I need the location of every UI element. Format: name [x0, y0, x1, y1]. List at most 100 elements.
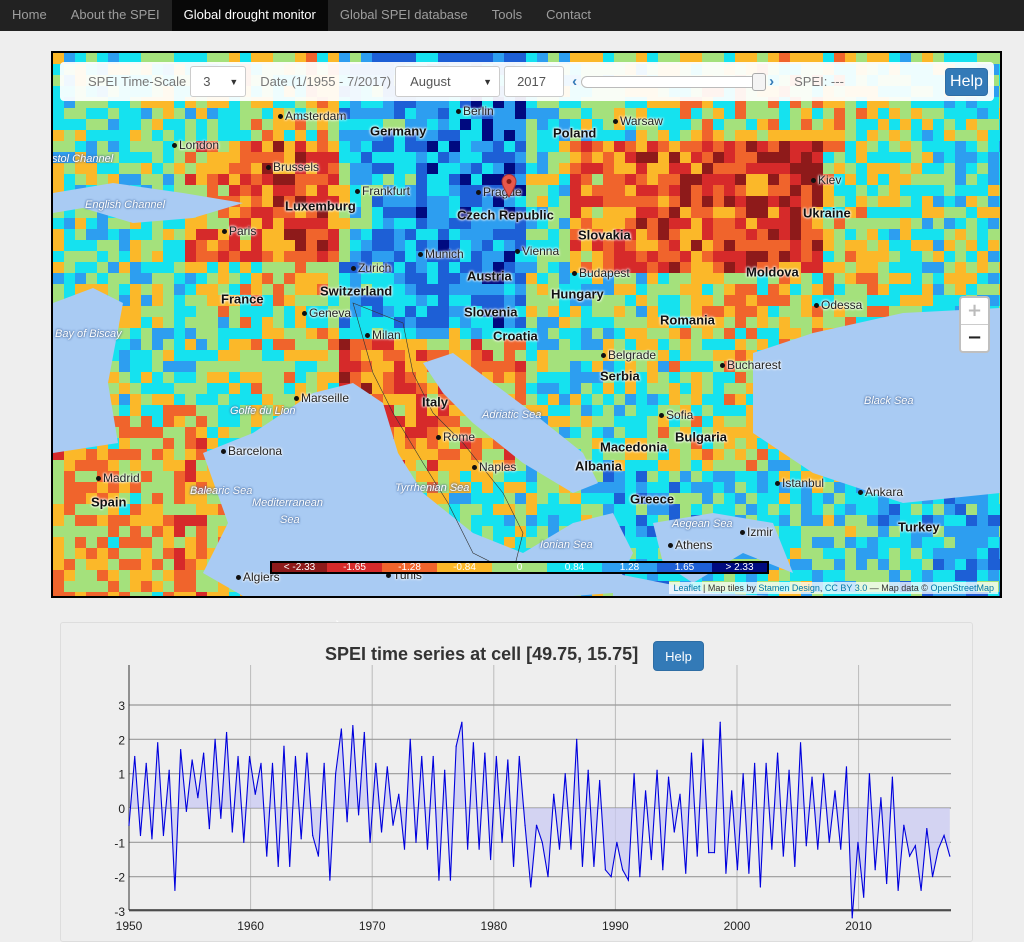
map-label-city: Geneva [302, 306, 351, 320]
data-point [472, 742, 474, 744]
data-point [329, 879, 331, 881]
map-label-text: Tyrrhenian Sea [395, 482, 470, 494]
nav-tools[interactable]: Tools [480, 0, 534, 31]
data-point [817, 848, 819, 850]
data-point [874, 869, 876, 871]
city-dot-icon [668, 543, 673, 549]
data-point [277, 865, 279, 867]
year-input[interactable]: 2017 [504, 66, 565, 97]
data-point [627, 879, 629, 881]
data-point [139, 834, 142, 837]
city-dot-icon [266, 165, 271, 171]
city-dot-icon [811, 178, 816, 184]
data-point [490, 858, 492, 861]
y-tick-label: 0 [118, 802, 125, 816]
data-point [782, 855, 784, 857]
data-point [558, 848, 561, 850]
x-tick-label: 2000 [724, 919, 751, 933]
map-label-city: London [172, 138, 219, 152]
map-label-text: Rome [443, 430, 476, 444]
city-dot-icon [814, 303, 819, 309]
map-label-text: Italy [422, 394, 449, 410]
nav-contact[interactable]: Contact [534, 0, 603, 31]
nav-home[interactable]: Home [0, 0, 59, 31]
data-point [943, 834, 945, 837]
nav-global-spei-database[interactable]: Global SPEI database [328, 0, 480, 31]
map-label-text: Croatia [493, 328, 538, 344]
map-label-text: Adriatic Sea [482, 409, 542, 421]
data-point [162, 834, 165, 837]
data-point [484, 752, 486, 754]
slider-handle[interactable] [752, 72, 767, 91]
y-tick-label: -2 [114, 871, 125, 885]
cc-link[interactable]: CC BY 3.0 [825, 583, 867, 593]
nav-global-drought-monitor[interactable]: Global drought monitor [171, 0, 328, 31]
city-dot-icon [515, 249, 520, 255]
city-dot-icon [472, 465, 477, 471]
data-point [438, 879, 440, 881]
data-point [759, 886, 761, 888]
city-dot-icon [659, 413, 664, 419]
data-point [317, 855, 320, 857]
map-label-country: Bulgaria [675, 430, 727, 445]
map-label-text: Luxemburg [285, 198, 356, 214]
map-label-text: London [179, 138, 220, 152]
date-slider[interactable] [581, 72, 767, 91]
map-label-sea: English Channel [85, 199, 165, 211]
map-label-country: Switzerland [320, 284, 392, 299]
data-point [357, 814, 360, 816]
osm-link[interactable]: OpenStreetMap [930, 583, 994, 593]
city-dot-icon [355, 189, 360, 195]
map-label-city: Amsterdam [278, 109, 346, 123]
drought-map[interactable]: Berlin Amsterdam Warsaw Germany Poland London… [51, 51, 1002, 598]
chevron-right-icon[interactable]: › [769, 73, 774, 90]
map-label-country: Croatia [493, 329, 538, 344]
data-point [656, 769, 658, 771]
map-label-sea: Tyrrhenian Sea [395, 482, 469, 494]
data-point [369, 841, 371, 843]
data-point [363, 731, 365, 734]
data-point [662, 869, 664, 871]
map-label-city: Budapest [572, 266, 630, 280]
map-label-text: English Channel [85, 199, 166, 211]
timescale-label: SPEI Time-Scale [88, 74, 187, 89]
map-label-city: Vienna [515, 244, 559, 258]
nav-about-spei[interactable]: About the SPEI [59, 0, 172, 31]
city-dot-icon [221, 449, 226, 455]
data-point [168, 769, 170, 771]
zoom-in-button[interactable]: + [961, 298, 988, 324]
map-label-text: Barcelona [228, 444, 283, 458]
city-dot-icon [351, 266, 356, 272]
data-point [920, 889, 922, 891]
leaflet-link[interactable]: Leaflet [673, 583, 700, 593]
x-tick-label: 1990 [602, 919, 629, 933]
data-point [891, 776, 893, 778]
data-point [243, 841, 245, 843]
map-label-text: Marseille [301, 391, 350, 405]
timescale-select[interactable]: 3 ▼ [190, 66, 247, 97]
data-point [840, 848, 842, 850]
data-point [432, 755, 434, 758]
location-marker-icon[interactable] [501, 174, 517, 198]
map-label-text: Golfe du Lion [230, 405, 296, 417]
data-point [512, 865, 515, 867]
data-point [380, 831, 383, 833]
zoom-out-button[interactable]: − [961, 324, 988, 350]
chevron-left-icon[interactable]: ‹ [572, 73, 577, 90]
stamen-link[interactable]: Stamen Design [758, 583, 820, 593]
attr-text: — Map data © [867, 583, 931, 593]
data-point [644, 790, 647, 792]
spei-readout: SPEI: --- [794, 74, 844, 89]
map-label-text: Amsterdam [285, 109, 347, 123]
map-label-city: Munich [418, 247, 464, 261]
city-dot-icon [858, 490, 863, 496]
city-dot-icon [365, 333, 370, 339]
map-label-text: Mediterranean [252, 497, 323, 509]
month-select[interactable]: August ▼ [395, 66, 501, 97]
map-label-text: Slovenia [464, 304, 518, 320]
map-controls: SPEI Time-Scale 3 ▼ Date (1/1955 - 7/2017… [60, 62, 994, 101]
map-help-button[interactable]: Help [945, 67, 988, 96]
data-point [398, 793, 400, 795]
data-point [507, 759, 509, 761]
data-point [639, 876, 641, 878]
